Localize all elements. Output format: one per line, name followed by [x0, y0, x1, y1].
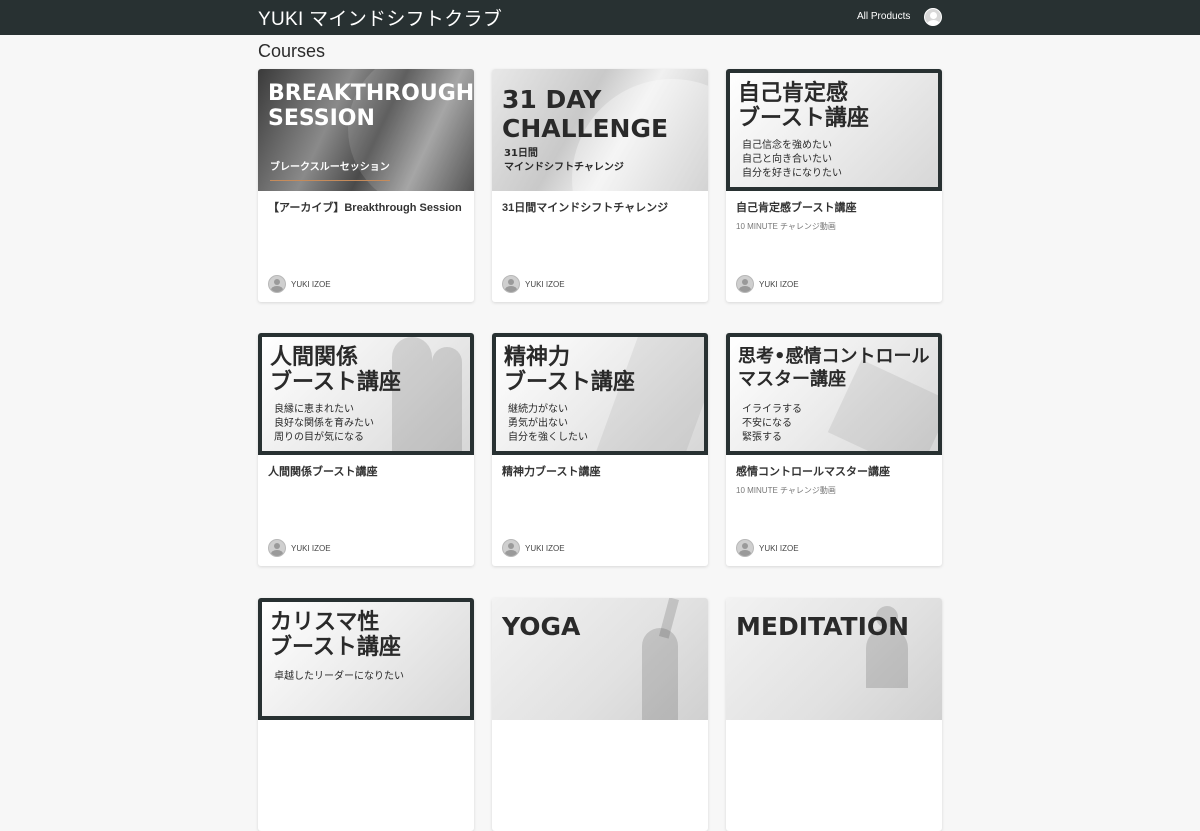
author-name: YUKI IZOE: [759, 543, 799, 553]
course-card[interactable]: YOGA: [492, 598, 708, 831]
thumbnail-title: YOGA: [502, 612, 581, 641]
author-name: YUKI IZOE: [759, 279, 799, 289]
author-avatar-icon: [736, 539, 754, 557]
author-name: YUKI IZOE: [525, 543, 565, 553]
course-author: YUKI IZOE: [268, 275, 331, 293]
course-card[interactable]: BREAKTHROUGH SESSION ブレークスルーセッション 【アーカイブ…: [258, 69, 474, 302]
course-title[interactable]: 感情コントロールマスター講座: [736, 465, 932, 480]
course-title[interactable]: 精神力ブースト講座: [502, 465, 698, 480]
course-card[interactable]: 精神力 ブースト講座 継続力がない 勇気が出ない 自分を強くしたい 精神力ブース…: [492, 333, 708, 566]
thumbnail-subtitle: ブレークスルーセッション: [270, 162, 390, 173]
all-products-link[interactable]: All Products: [857, 11, 910, 22]
thumbnail-title: 思考•感情コントロール マスター講座: [738, 346, 930, 390]
course-card[interactable]: 思考•感情コントロール マスター講座 イライラする 不安になる 緊張する 感情コ…: [726, 333, 942, 566]
thumbnail-subtitle: イライラする 不安になる 緊張する: [742, 404, 802, 443]
course-thumbnail[interactable]: BREAKTHROUGH SESSION ブレークスルーセッション: [258, 69, 474, 191]
course-thumbnail[interactable]: 精神力 ブースト講座 継続力がない 勇気が出ない 自分を強くしたい: [492, 333, 708, 455]
course-thumbnail[interactable]: 自己肯定感 ブースト講座 自己信念を強めたい 自己と向き合いたい 自分を好きにな…: [726, 69, 942, 191]
course-author: YUKI IZOE: [736, 275, 799, 293]
course-thumbnail[interactable]: カリスマ性 ブースト講座 卓越したリーダーになりたい: [258, 598, 474, 720]
thumbnail-subtitle: 継続力がない 勇気が出ない 自分を強くしたい: [508, 404, 588, 443]
thumbnail-subtitle: 自己信念を強めたい 自己と向き合いたい 自分を好きになりたい: [742, 140, 842, 179]
thumbnail-subtitle: 31日間 マインドシフトチャレンジ: [504, 148, 624, 173]
course-author: YUKI IZOE: [268, 539, 331, 557]
course-thumbnail[interactable]: MEDITATION: [726, 598, 942, 720]
author-avatar-icon: [736, 275, 754, 293]
author-avatar-icon: [502, 539, 520, 557]
author-avatar-icon: [502, 275, 520, 293]
thumbnail-title: 精神力 ブースト講座: [504, 345, 635, 395]
course-thumbnail[interactable]: 思考•感情コントロール マスター講座 イライラする 不安になる 緊張する: [726, 333, 942, 455]
course-thumbnail[interactable]: 31 DAY CHALLENGE 31日間 マインドシフトチャレンジ: [492, 69, 708, 191]
author-avatar-icon: [268, 275, 286, 293]
top-navigation-bar: YUKI マインドシフトクラブ All Products: [0, 0, 1200, 35]
courses-section-title: Courses: [258, 41, 326, 61]
course-thumbnail[interactable]: 人間関係 ブースト講座 良縁に恵まれたい 良好な関係を育みたい 周りの目が気にな…: [258, 333, 474, 455]
course-card[interactable]: カリスマ性 ブースト講座 卓越したリーダーになりたい: [258, 598, 474, 831]
thumbnail-title: MEDITATION: [736, 612, 910, 641]
course-author: YUKI IZOE: [736, 539, 799, 557]
author-name: YUKI IZOE: [291, 543, 331, 553]
course-card[interactable]: 自己肯定感 ブースト講座 自己信念を強めたい 自己と向き合いたい 自分を好きにな…: [726, 69, 942, 302]
course-title[interactable]: 人間関係ブースト講座: [268, 465, 464, 480]
course-title[interactable]: 自己肯定感ブースト講座: [736, 201, 932, 216]
course-title[interactable]: 【アーカイブ】Breakthrough Session: [268, 201, 464, 216]
course-author: YUKI IZOE: [502, 275, 565, 293]
thumbnail-title: 31 DAY CHALLENGE: [502, 85, 669, 143]
thumbnail-subtitle: 良縁に恵まれたい 良好な関係を育みたい 周りの目が気になる: [274, 404, 374, 443]
thumbnail-title: 人間関係 ブースト講座: [270, 345, 401, 395]
thumbnail-title: カリスマ性 ブースト講座: [270, 610, 401, 660]
thumbnail-title: BREAKTHROUGH SESSION: [268, 81, 474, 131]
course-subtitle: 10 MINUTE チャレンジ動画: [736, 486, 836, 495]
course-author: YUKI IZOE: [502, 539, 565, 557]
course-title[interactable]: 31日間マインドシフトチャレンジ: [502, 201, 698, 216]
course-card[interactable]: 人間関係 ブースト講座 良縁に恵まれたい 良好な関係を育みたい 周りの目が気にな…: [258, 333, 474, 566]
course-subtitle: 10 MINUTE チャレンジ動画: [736, 222, 836, 231]
thumbnail-title: 自己肯定感 ブースト講座: [738, 81, 869, 131]
course-thumbnail[interactable]: YOGA: [492, 598, 708, 720]
course-card[interactable]: MEDITATION: [726, 598, 942, 831]
author-avatar-icon: [268, 539, 286, 557]
author-name: YUKI IZOE: [525, 279, 565, 289]
author-name: YUKI IZOE: [291, 279, 331, 289]
brand-logo-text[interactable]: YUKI マインドシフトクラブ: [258, 4, 502, 31]
course-card[interactable]: 31 DAY CHALLENGE 31日間 マインドシフトチャレンジ 31日間マ…: [492, 69, 708, 302]
thumbnail-subtitle: 卓越したリーダーになりたい: [274, 671, 404, 682]
user-avatar-icon[interactable]: [924, 8, 942, 26]
